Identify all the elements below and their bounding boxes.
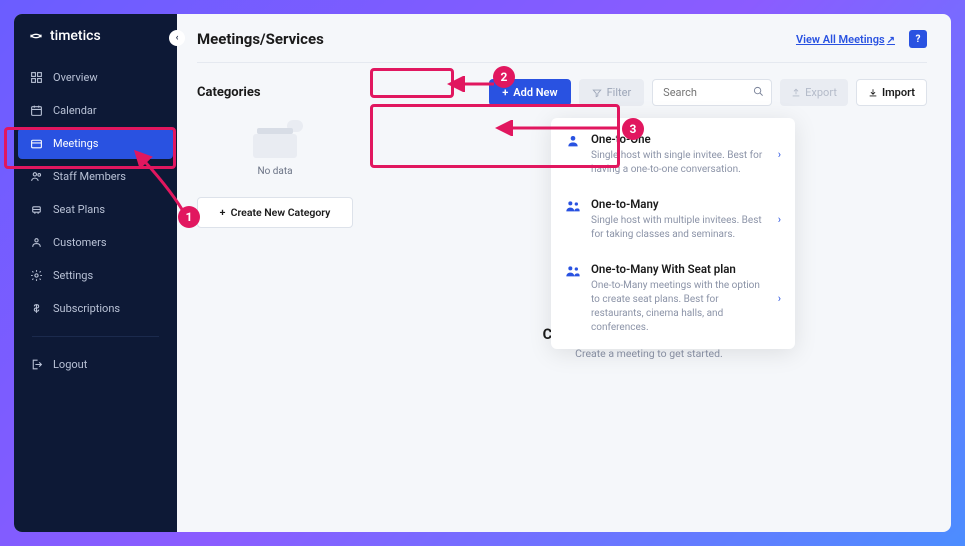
- dropdown-desc: Single host with single invitee. Best fo…: [591, 149, 768, 177]
- import-button[interactable]: Import: [856, 79, 927, 106]
- people-seat-icon: [565, 263, 581, 279]
- sidebar-item-label: Seat Plans: [53, 203, 105, 216]
- sidebar-item-label: Calendar: [53, 104, 97, 117]
- dollar-icon: [30, 302, 43, 315]
- view-all-link[interactable]: View All Meetings↗: [796, 33, 895, 46]
- brand-icon: [28, 28, 44, 44]
- create-category-button[interactable]: + Create New Category: [197, 197, 353, 228]
- filter-icon: [592, 88, 602, 98]
- help-badge[interactable]: ?: [909, 30, 927, 48]
- header: Meetings/Services View All Meetings↗ ?: [197, 30, 927, 63]
- grid-icon: [30, 71, 43, 84]
- chevron-right-icon: ›: [778, 213, 781, 226]
- toolbar: Categories +Add New Filter Export Import: [197, 79, 927, 106]
- calendar-icon: [30, 104, 43, 117]
- sidebar-nav: Overview Calendar Meetings Staff Members…: [14, 62, 177, 380]
- dropdown-desc: One-to-Many meetings with the option to …: [591, 279, 768, 335]
- sidebar-item-overview[interactable]: Overview: [18, 62, 173, 93]
- toolbar-actions: +Add New Filter Export Import: [489, 79, 927, 106]
- import-label: Import: [882, 86, 915, 99]
- sidebar-item-subscriptions[interactable]: Subscriptions: [18, 293, 173, 324]
- brand-name: timetics: [50, 28, 101, 44]
- chevron-right-icon: ›: [778, 292, 781, 305]
- people-icon: [565, 198, 581, 214]
- annotation-number-2: 2: [493, 66, 515, 88]
- export-label: Export: [805, 86, 837, 99]
- dropdown-title: One-to-Many With Seat plan: [591, 262, 768, 276]
- external-icon: ↗: [887, 35, 895, 46]
- meeting-type-dropdown: One-to-One Single host with single invit…: [551, 118, 795, 349]
- sidebar-item-label: Subscriptions: [53, 302, 120, 315]
- nav-divider: [32, 336, 159, 337]
- sidebar-item-settings[interactable]: Settings: [18, 260, 173, 291]
- meetings-icon: [30, 137, 43, 150]
- main-content: Meetings/Services View All Meetings↗ ? C…: [177, 14, 951, 532]
- create-category-label: Create New Category: [231, 206, 331, 219]
- sidebar-item-label: Meetings: [53, 137, 98, 150]
- categories-empty: No data: [197, 120, 353, 187]
- sidebar-item-label: Overview: [53, 71, 98, 84]
- sidebar-item-label: Settings: [53, 269, 93, 282]
- dropdown-item-seat-plan[interactable]: One-to-Many With Seat plan One-to-Many m…: [551, 252, 795, 345]
- filter-button[interactable]: Filter: [579, 79, 645, 106]
- empty-tray-icon: [253, 126, 297, 158]
- annotation-number-3: 3: [622, 118, 644, 140]
- no-data-text: No data: [197, 166, 353, 177]
- sidebar-item-label: Customers: [53, 236, 107, 249]
- dropdown-body: One-to-One Single host with single invit…: [591, 132, 768, 177]
- dropdown-title: One-to-Many: [591, 197, 768, 211]
- seat-icon: [30, 203, 43, 216]
- export-button[interactable]: Export: [780, 79, 848, 106]
- sidebar-item-customers[interactable]: Customers: [18, 227, 173, 258]
- annotation-arrow-3: [492, 120, 624, 136]
- annotation-arrow-1: [128, 146, 188, 216]
- sidebar-item-label: Logout: [53, 358, 87, 371]
- customers-icon: [30, 236, 43, 249]
- search-wrap: [652, 79, 772, 106]
- users-icon: [30, 170, 43, 183]
- dropdown-item-one-to-many[interactable]: One-to-Many Single host with multiple in…: [551, 187, 795, 252]
- view-all-text: View All Meetings: [796, 33, 885, 46]
- filter-label: Filter: [607, 86, 632, 99]
- header-actions: View All Meetings↗ ?: [796, 30, 927, 48]
- annotation-arrow-2: [444, 76, 496, 92]
- dropdown-body: One-to-Many Single host with multiple in…: [591, 197, 768, 242]
- dropdown-desc: Single host with multiple invitees. Best…: [591, 214, 768, 242]
- sidebar: timetics ‹ Overview Calendar Meetings St…: [14, 14, 177, 532]
- logo: timetics ‹: [14, 28, 177, 62]
- categories-heading: Categories: [197, 85, 261, 100]
- categories-panel: No data + Create New Category: [197, 120, 353, 360]
- sidebar-item-label: Staff Members: [53, 170, 126, 183]
- gear-icon: [30, 269, 43, 282]
- page-title: Meetings/Services: [197, 30, 324, 48]
- logout-icon: [30, 358, 43, 371]
- add-new-label: Add New: [513, 86, 557, 99]
- sidebar-item-logout[interactable]: Logout: [18, 349, 173, 380]
- search-icon: [753, 86, 764, 100]
- sidebar-item-calendar[interactable]: Calendar: [18, 95, 173, 126]
- download-icon: [868, 88, 878, 98]
- dropdown-body: One-to-Many With Seat plan One-to-Many m…: [591, 262, 768, 335]
- chevron-right-icon: ›: [778, 148, 781, 161]
- upload-icon: [791, 88, 801, 98]
